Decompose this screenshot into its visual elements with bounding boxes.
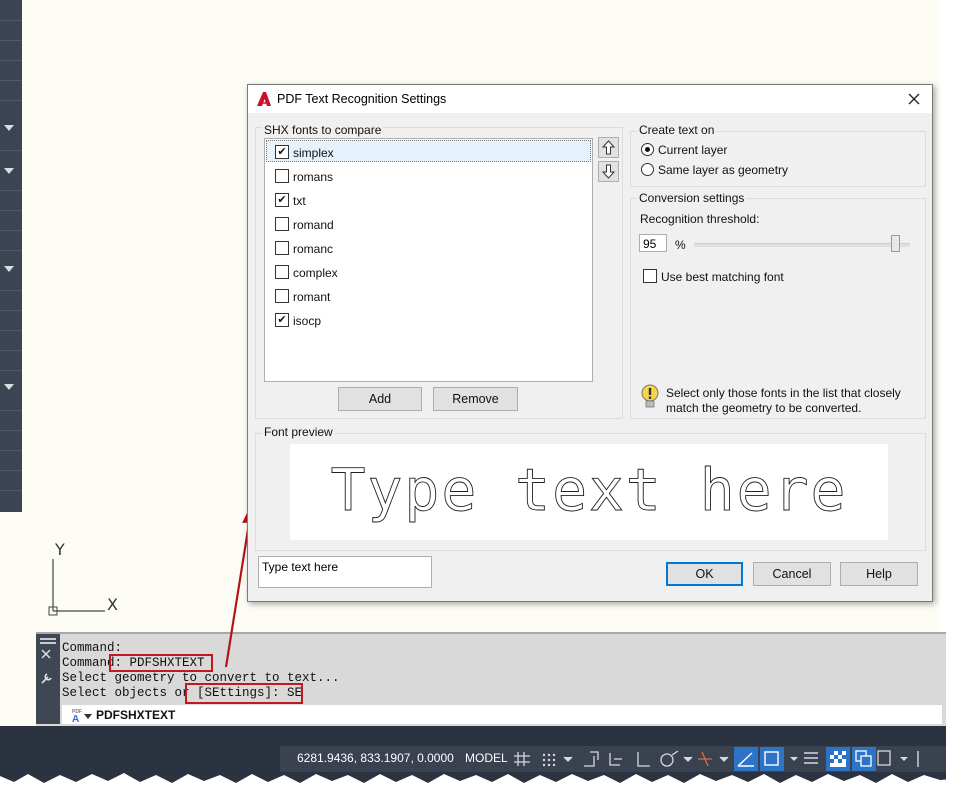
radio-same-layer-label: Same layer as geometry	[658, 163, 789, 177]
radio-same-layer[interactable]	[641, 163, 654, 176]
slider-track	[694, 243, 910, 247]
preview-text-input[interactable]: Type text here	[258, 556, 432, 588]
cancel-button[interactable]: Cancel	[753, 562, 831, 586]
svg-text:A: A	[72, 714, 79, 723]
font-preview-box: Type text here	[290, 444, 888, 540]
status-toolbar-icons[interactable]	[512, 747, 942, 771]
font-name-simplex: simplex	[293, 146, 334, 160]
font-name-isocp: isocp	[293, 314, 322, 328]
ucs-x-label: X	[107, 595, 118, 614]
palette-expand-icon[interactable]	[4, 266, 14, 272]
percent-label: %	[675, 238, 686, 252]
font-checkbox-romanc[interactable]	[275, 241, 289, 255]
create-text-label: Create text on	[637, 123, 717, 137]
palette-expand-icon[interactable]	[4, 168, 14, 174]
font-checkbox-simplex[interactable]: ✔	[275, 145, 289, 159]
font-checkbox-romans[interactable]	[275, 169, 289, 183]
best-match-checkbox[interactable]	[643, 269, 657, 283]
autocad-logo-icon	[257, 92, 271, 106]
annotation-box-settings	[185, 683, 303, 704]
font-preview-text: Type text here	[331, 456, 848, 524]
torn-edge-right	[946, 0, 968, 794]
font-name-complex: complex	[293, 266, 338, 280]
command-input-text: PDFSHXTEXT	[96, 708, 176, 722]
font-name-romanc: romanc	[293, 242, 334, 256]
tip-line-1: Select only those fonts in the list that…	[666, 386, 901, 400]
command-line-1: Command:	[62, 641, 123, 655]
lightbulb-icon	[641, 384, 659, 408]
ucs-icon	[48, 559, 105, 616]
shx-fonts-label: SHX fonts to compare	[262, 123, 384, 137]
ucs-y-label: Y	[55, 540, 65, 559]
radio-current-layer[interactable]	[641, 143, 654, 156]
font-checkbox-complex[interactable]	[275, 265, 289, 279]
left-palette	[0, 0, 22, 512]
font-checkbox-romand[interactable]	[275, 217, 289, 231]
model-button[interactable]: MODEL	[465, 751, 508, 765]
conversion-settings-label: Conversion settings	[637, 191, 747, 205]
best-match-label: Use best matching font	[661, 270, 784, 284]
font-checkbox-txt[interactable]: ✔	[275, 193, 289, 207]
font-checkbox-romant[interactable]	[275, 289, 289, 303]
font-preview-canvas: Type text here	[330, 456, 848, 525]
close-icon[interactable]	[908, 93, 920, 105]
font-name-txt: txt	[293, 194, 306, 208]
dialog-titlebar[interactable]: PDF Text Recognition Settings	[248, 85, 932, 113]
tip-line-2: match the geometry to be converted.	[666, 401, 862, 415]
slider-thumb[interactable]	[891, 235, 900, 252]
threshold-slider[interactable]	[694, 235, 910, 253]
command-input[interactable]: PDF A PDFSHXTEXT	[62, 705, 942, 724]
remove-button[interactable]: Remove	[433, 387, 518, 411]
font-name-romand: romand	[293, 218, 334, 232]
move-down-button[interactable]	[598, 161, 619, 182]
command-prompt: Select objects or	[62, 686, 198, 700]
torn-edge-bottom	[0, 773, 968, 794]
font-checkbox-isocp[interactable]: ✔	[275, 313, 289, 327]
move-up-button[interactable]	[598, 137, 619, 158]
dialog-title: PDF Text Recognition Settings	[277, 92, 447, 106]
wrench-icon[interactable]	[40, 671, 54, 685]
arrow-up-icon	[601, 140, 616, 155]
command-prefix: Command	[62, 656, 115, 670]
threshold-label: Recognition threshold:	[640, 212, 760, 226]
pdf-text-recognition-dialog: PDF Text Recognition Settings SHX fonts …	[247, 84, 933, 602]
annotation-box-command	[109, 654, 213, 672]
font-preview-label: Font preview	[262, 425, 335, 439]
grip-icon[interactable]	[40, 638, 56, 644]
palette-expand-icon[interactable]	[4, 384, 14, 390]
threshold-input[interactable]: 95	[639, 234, 667, 252]
close-icon[interactable]	[41, 649, 51, 659]
add-button[interactable]: Add	[338, 387, 422, 411]
palette-expand-icon[interactable]	[4, 125, 14, 131]
ok-button[interactable]: OK	[666, 562, 743, 586]
radio-current-layer-label: Current layer	[658, 143, 728, 157]
coordinates-readout: 6281.9436, 833.1907, 0.0000	[297, 751, 454, 765]
font-name-romans: romans	[293, 170, 334, 184]
arrow-down-icon	[601, 164, 616, 179]
command-pdf-icon[interactable]: PDF A	[70, 707, 94, 723]
help-button[interactable]: Help	[840, 562, 918, 586]
font-list[interactable]: ✔ simplex romans ✔ txt romand romanc com…	[264, 138, 593, 382]
font-name-romant: romant	[293, 290, 331, 304]
create-text-group	[630, 131, 926, 187]
radio-dot	[645, 147, 650, 152]
